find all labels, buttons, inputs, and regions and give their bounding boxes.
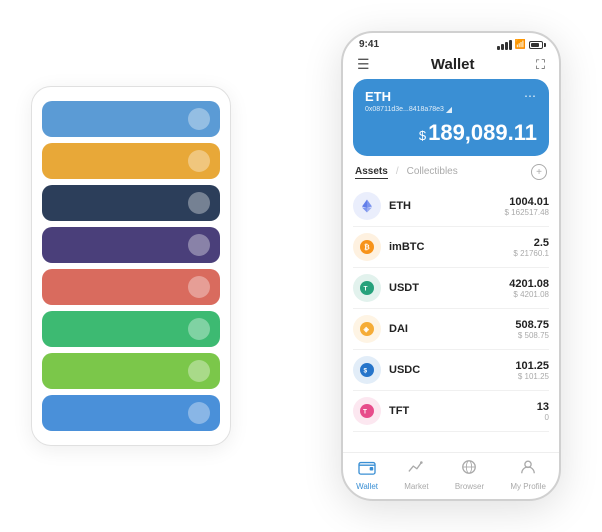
- asset-row-usdc[interactable]: $ USDC 101.25 $ 101.25: [353, 350, 549, 391]
- hero-card-top: ETH 0x08711d3e...8418a78e3 ◢ ⋯: [365, 89, 537, 114]
- browser-icon: [460, 459, 478, 480]
- usdt-usd: $ 4201.08: [509, 290, 549, 299]
- card-dot: [188, 276, 210, 298]
- dai-icon: ◈: [353, 315, 381, 343]
- imbtc-balance: 2.5: [513, 237, 549, 249]
- eth-amounts: 1004.01 $ 162517.48: [505, 196, 550, 217]
- phone-mockup: 9:41 📶 ☰ Wallet ⛶: [341, 31, 561, 501]
- nav-profile-label: My Profile: [510, 482, 546, 491]
- card-dot: [188, 234, 210, 256]
- nav-browser-label: Browser: [455, 482, 484, 491]
- nav-wallet-label: Wallet: [356, 482, 378, 491]
- imbtc-name: imBTC: [389, 241, 505, 253]
- imbtc-amounts: 2.5 $ 21760.1: [513, 237, 549, 258]
- battery-icon: [529, 41, 543, 49]
- stack-card-2[interactable]: [42, 143, 220, 179]
- nav-browser[interactable]: Browser: [455, 459, 484, 491]
- expand-icon[interactable]: ⛶: [536, 57, 545, 73]
- hero-balance: $189,089.11: [365, 120, 537, 146]
- usdt-name: USDT: [389, 282, 501, 294]
- hero-card[interactable]: ETH 0x08711d3e...8418a78e3 ◢ ⋯ $189,089.…: [353, 79, 549, 156]
- stack-card-5[interactable]: [42, 269, 220, 305]
- svg-text:₿: ₿: [364, 244, 370, 252]
- stack-card-6[interactable]: [42, 311, 220, 347]
- hamburger-icon[interactable]: ☰: [357, 56, 370, 73]
- svg-text:◈: ◈: [363, 327, 370, 334]
- hero-more-icon[interactable]: ⋯: [524, 89, 537, 103]
- status-time: 9:41: [359, 39, 379, 50]
- usdc-usd: $ 101.25: [515, 372, 549, 381]
- tab-collectibles[interactable]: Collectibles: [407, 166, 458, 179]
- card-dot: [188, 318, 210, 340]
- asset-row-imbtc[interactable]: ₿ imBTC 2.5 $ 21760.1: [353, 227, 549, 268]
- svg-text:T: T: [363, 409, 367, 416]
- asset-list: ETH 1004.01 $ 162517.48 ₿ imBTC 2.5 $: [343, 186, 559, 452]
- status-icons: 📶: [497, 39, 543, 50]
- stack-card-7[interactable]: [42, 353, 220, 389]
- dai-usd: $ 508.75: [515, 331, 549, 340]
- asset-row-dai[interactable]: ◈ DAI 508.75 $ 508.75: [353, 309, 549, 350]
- usdt-amounts: 4201.08 $ 4201.08: [509, 278, 549, 299]
- usdc-balance: 101.25: [515, 360, 549, 372]
- nav-profile[interactable]: My Profile: [510, 459, 546, 491]
- tft-balance: 13: [537, 401, 549, 413]
- bottom-nav: Wallet Market: [343, 452, 559, 499]
- top-nav: ☰ Wallet ⛶: [343, 52, 559, 79]
- usdc-name: USDC: [389, 364, 507, 376]
- eth-balance: 1004.01: [505, 196, 550, 208]
- page-title: Wallet: [431, 56, 475, 73]
- tab-assets[interactable]: Assets: [355, 166, 388, 179]
- wallet-icon: [358, 459, 376, 480]
- nav-market-label: Market: [404, 482, 428, 491]
- dai-balance: 508.75: [515, 319, 549, 331]
- dai-amounts: 508.75 $ 508.75: [515, 319, 549, 340]
- card-dot: [188, 360, 210, 382]
- usdc-amounts: 101.25 $ 101.25: [515, 360, 549, 381]
- hero-address: 0x08711d3e...8418a78e3 ◢: [365, 105, 452, 114]
- eth-name: ETH: [389, 200, 497, 212]
- profile-icon: [519, 459, 537, 480]
- svg-text:T: T: [364, 286, 368, 293]
- imbtc-usd: $ 21760.1: [513, 249, 549, 258]
- svg-text:$: $: [364, 368, 368, 375]
- card-dot: [188, 192, 210, 214]
- usdt-balance: 4201.08: [509, 278, 549, 290]
- tft-icon: T: [353, 397, 381, 425]
- add-asset-button[interactable]: +: [531, 164, 547, 180]
- nav-market[interactable]: Market: [404, 459, 428, 491]
- asset-row-eth[interactable]: ETH 1004.01 $ 162517.48: [353, 186, 549, 227]
- stack-card-4[interactable]: [42, 227, 220, 263]
- eth-icon: [353, 192, 381, 220]
- assets-header: Assets / Collectibles +: [343, 164, 559, 186]
- tft-name: TFT: [389, 405, 529, 417]
- signal-icon: [497, 40, 512, 50]
- market-icon: [407, 459, 425, 480]
- stack-card-8[interactable]: [42, 395, 220, 431]
- tft-usd: 0: [537, 413, 549, 422]
- card-dot: [188, 402, 210, 424]
- dai-name: DAI: [389, 323, 507, 335]
- status-bar: 9:41 📶: [343, 33, 559, 52]
- assets-tabs: Assets / Collectibles: [355, 166, 458, 179]
- card-dot: [188, 108, 210, 130]
- imbtc-icon: ₿: [353, 233, 381, 261]
- scene: 9:41 📶 ☰ Wallet ⛶: [11, 11, 591, 521]
- asset-row-usdt[interactable]: T USDT 4201.08 $ 4201.08: [353, 268, 549, 309]
- card-stack: [31, 86, 231, 446]
- card-dot: [188, 150, 210, 172]
- eth-usd: $ 162517.48: [505, 208, 550, 217]
- stack-card-1[interactable]: [42, 101, 220, 137]
- hero-coin-name: ETH: [365, 89, 452, 104]
- usdt-icon: T: [353, 274, 381, 302]
- stack-card-3[interactable]: [42, 185, 220, 221]
- nav-wallet[interactable]: Wallet: [356, 459, 378, 491]
- usdc-icon: $: [353, 356, 381, 384]
- asset-row-tft[interactable]: T TFT 13 0: [353, 391, 549, 432]
- wifi-icon: 📶: [515, 39, 526, 50]
- tft-amounts: 13 0: [537, 401, 549, 422]
